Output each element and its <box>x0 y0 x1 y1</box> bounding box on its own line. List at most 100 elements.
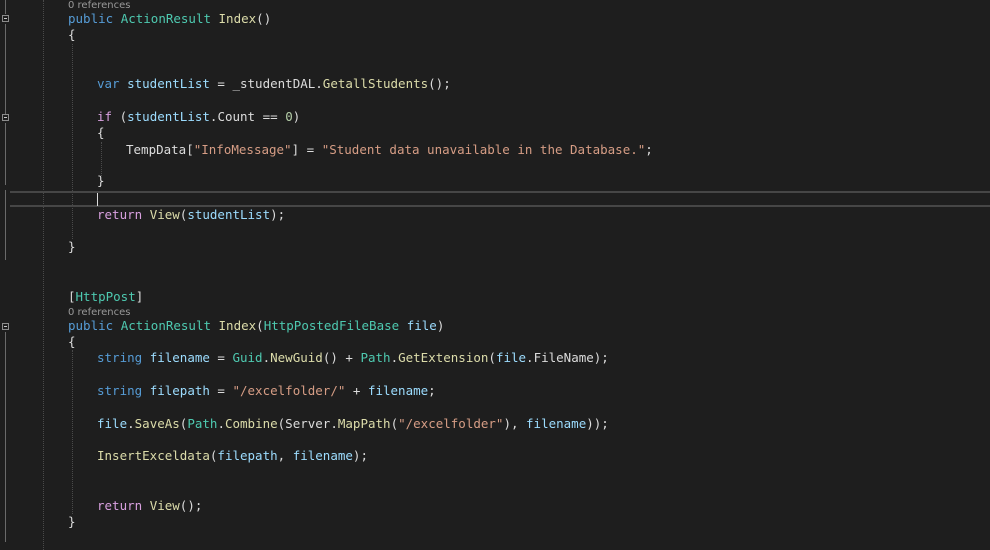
code-line-filename[interactable]: string filename = Guid.NewGuid() + Path.… <box>97 349 609 367</box>
punctuation: ); <box>270 207 286 222</box>
keyword: public <box>68 11 114 26</box>
fold-line <box>5 332 6 542</box>
plain-text: (Server. <box>277 416 338 431</box>
keyword: string <box>97 350 143 365</box>
method-name: Index <box>218 318 257 333</box>
local-variable: filename <box>526 416 587 431</box>
method-name: View <box>149 498 180 513</box>
plain-text: ] = <box>291 142 322 157</box>
collapse-icon[interactable] <box>2 323 9 330</box>
method-name: MapPath <box>337 416 391 431</box>
text-caret <box>97 193 98 206</box>
code-line-saveas[interactable]: file.SaveAs(Path.Combine(Server.MapPath(… <box>97 415 609 433</box>
code-line-close-brace[interactable]: } <box>68 513 76 531</box>
indent-guide <box>72 44 73 239</box>
method-name: View <box>149 207 180 222</box>
code-line-return[interactable]: return View(); <box>97 497 202 515</box>
type-name: Path <box>360 350 391 365</box>
string-literal: "/excelfolder" <box>398 416 504 431</box>
plain-text: .FileName); <box>526 350 609 365</box>
fold-line <box>5 0 6 14</box>
code-line-close-brace[interactable]: } <box>68 238 76 256</box>
local-variable: filename <box>149 350 210 365</box>
punctuation: ; <box>645 142 653 157</box>
method-name: InsertExceldata <box>97 448 210 463</box>
local-variable: studentList <box>127 109 210 124</box>
keyword: var <box>97 76 120 91</box>
punctuation: () <box>256 11 272 26</box>
plain-text: () + <box>322 350 361 365</box>
punctuation: )); <box>586 416 609 431</box>
method-name: Index <box>218 11 257 26</box>
keyword: if <box>97 109 113 124</box>
local-variable: studentList <box>127 76 210 91</box>
local-variable: filename <box>367 383 429 398</box>
code-line-var-studentlist[interactable]: var studentList = _studentDAL.GetallStud… <box>97 75 451 93</box>
collapse-icon[interactable] <box>2 15 9 22</box>
code-line-open-brace[interactable]: { <box>97 124 105 142</box>
current-line-highlight <box>10 191 990 207</box>
editor-margin <box>0 0 14 550</box>
keyword: return <box>97 498 143 513</box>
plain-text: .Count == <box>209 109 286 124</box>
punctuation: ( <box>390 416 399 431</box>
parameter-name: file <box>495 350 527 365</box>
plain-text: + <box>345 383 368 398</box>
parameter-name: file <box>97 416 128 431</box>
indent-guide <box>101 142 102 176</box>
type-name: ActionResult <box>120 318 211 333</box>
punctuation: ) <box>436 318 445 333</box>
local-variable: filename <box>292 448 353 463</box>
punctuation: . <box>262 350 271 365</box>
fold-line <box>5 123 6 185</box>
plain-text: = _studentDAL. <box>209 76 323 91</box>
string-literal: "/excelfolder/" <box>232 383 346 398</box>
code-line-method-signature[interactable]: public ActionResult Index(HttpPostedFile… <box>68 317 444 335</box>
code-line-method-signature[interactable]: public ActionResult Index() <box>68 10 271 28</box>
code-editor[interactable]: 0 references public ActionResult Index()… <box>0 0 990 550</box>
punctuation: ), <box>503 416 527 431</box>
plain-text: = <box>209 350 233 365</box>
punctuation: . <box>127 416 135 431</box>
code-line-open-brace[interactable]: { <box>68 26 76 44</box>
type-name: Path <box>187 416 218 431</box>
method-name: GetallStudents <box>322 76 429 91</box>
code-line-filepath[interactable]: string filepath = "/excelfolder/" + file… <box>97 382 436 400</box>
punctuation: (); <box>179 498 203 513</box>
keyword: return <box>97 207 143 222</box>
punctuation: ] <box>135 289 144 304</box>
code-line-tempdata[interactable]: TempData["InfoMessage"] = "Student data … <box>126 141 653 159</box>
punctuation: . <box>217 416 225 431</box>
code-line-if[interactable]: if (studentList.Count == 0) <box>97 108 300 126</box>
method-name: Combine <box>224 416 278 431</box>
local-variable: studentList <box>187 207 271 222</box>
attribute-name: HttpPost <box>75 289 136 304</box>
code-line-return[interactable]: return View(studentList); <box>97 206 285 224</box>
punctuation: ) <box>292 109 301 124</box>
punctuation: [ <box>68 289 76 304</box>
punctuation: . <box>390 350 399 365</box>
code-line-close-brace[interactable]: } <box>97 172 105 190</box>
plain-text: TempData[ <box>126 142 194 157</box>
collapse-icon[interactable] <box>2 114 9 121</box>
local-variable: filepath <box>217 448 278 463</box>
keyword: public <box>68 318 114 333</box>
punctuation: ; <box>428 383 436 398</box>
plain-text: = <box>209 383 233 398</box>
type-name: HttpPostedFileBase <box>263 318 400 333</box>
punctuation: ); <box>352 448 368 463</box>
code-line-insertexceldata[interactable]: InsertExceldata(filepath, filename); <box>97 447 368 465</box>
punctuation: ( <box>488 350 496 365</box>
string-literal: "Student data unavailable in the Databas… <box>321 142 646 157</box>
punctuation: , <box>277 448 293 463</box>
punctuation: (); <box>428 76 451 91</box>
code-line-open-brace[interactable]: { <box>68 333 76 351</box>
punctuation: ( <box>256 318 264 333</box>
code-line-attribute[interactable]: [HttpPost] <box>68 288 143 306</box>
string-literal: "InfoMessage" <box>193 142 292 157</box>
fold-line <box>5 24 6 114</box>
method-name: SaveAs <box>134 416 180 431</box>
keyword: string <box>97 383 143 398</box>
indent-guide <box>43 0 44 550</box>
method-name: GetExtension <box>398 350 489 365</box>
